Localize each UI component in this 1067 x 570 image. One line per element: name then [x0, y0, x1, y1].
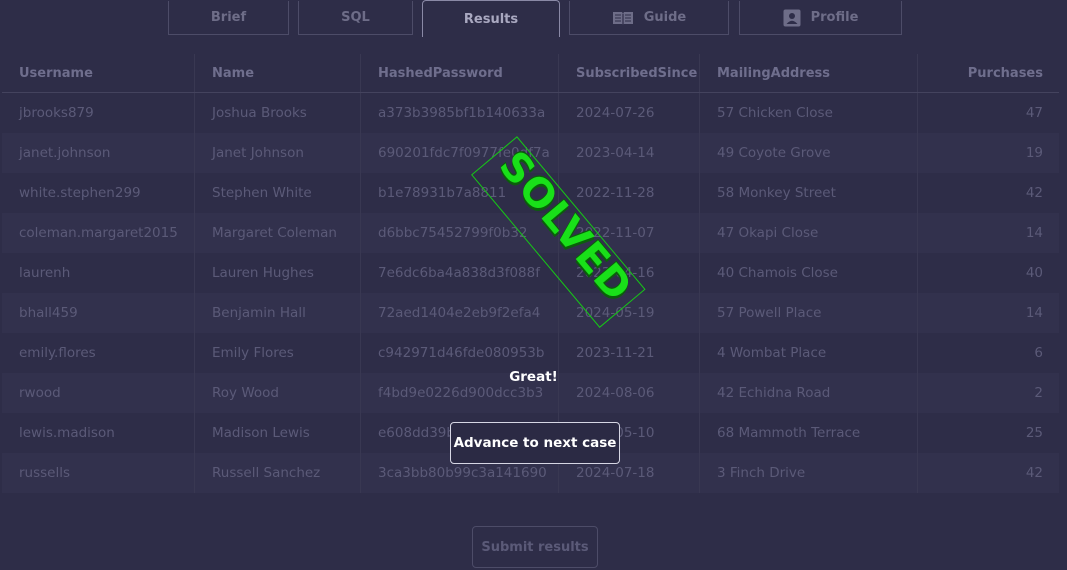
table-cell: russells: [2, 453, 195, 493]
tab-sql[interactable]: SQL: [298, 1, 413, 35]
table-row: emily.flores Emily Flores c942971d46fde080…: [2, 333, 1059, 373]
table-cell: Lauren Hughes: [194, 253, 361, 293]
tab-profile[interactable]: Profile: [739, 1, 902, 35]
table-cell: Benjamin Hall: [194, 293, 361, 333]
column-header-name[interactable]: Name: [194, 54, 361, 93]
table-cell: 6: [917, 333, 1059, 373]
table-cell: 2023-11-21: [558, 333, 700, 373]
table-cell: Emily Flores: [194, 333, 361, 373]
table-cell: 42: [917, 173, 1059, 213]
table-cell: Margaret Coleman: [194, 213, 361, 253]
column-header-hashedpassword[interactable]: HashedPassword: [360, 54, 559, 93]
table-cell: coleman.margaret2015: [2, 213, 195, 253]
table-cell: Joshua Brooks: [194, 92, 361, 133]
advance-next-case-button[interactable]: Advance to next case: [450, 422, 620, 464]
table-cell: Russell Sanchez: [194, 453, 361, 493]
column-header-purchases[interactable]: Purchases: [917, 54, 1059, 93]
table-cell: 49 Coyote Grove: [699, 133, 918, 173]
table-cell: 14: [917, 293, 1059, 333]
tab-label: Profile: [810, 10, 859, 25]
column-header-subscribedsince[interactable]: SubscribedSince: [558, 54, 700, 93]
book-icon: [612, 10, 634, 26]
table-cell: 2024-07-26: [558, 92, 700, 133]
table-cell: emily.flores: [2, 333, 195, 373]
success-message: Great!: [509, 369, 558, 385]
tab-label: Results: [463, 11, 519, 27]
table-cell: white.stephen299: [2, 173, 195, 213]
table-cell: 57 Chicken Close: [699, 92, 918, 133]
table-cell: lewis.madison: [2, 413, 195, 453]
tab-results[interactable]: Results: [422, 0, 560, 37]
tab-brief[interactable]: Brief: [168, 1, 289, 35]
table-cell: 25: [917, 413, 1059, 453]
table-cell: 19: [917, 133, 1059, 173]
tab-label: Brief: [210, 10, 247, 25]
table-cell: janet.johnson: [2, 133, 195, 173]
submit-results-button[interactable]: Submit results: [472, 526, 598, 568]
table-cell: bhall459: [2, 293, 195, 333]
table-cell: c942971d46fde080953b: [360, 333, 559, 373]
tab-guide[interactable]: Guide: [569, 1, 729, 35]
table-cell: 57 Powell Place: [699, 293, 918, 333]
table-cell: Madison Lewis: [194, 413, 361, 453]
table-cell: jbrooks879: [2, 92, 195, 133]
table-header-row: Username Name HashedPassword SubscribedS…: [2, 54, 1059, 93]
tab-label: SQL: [341, 10, 370, 25]
table-cell: 40 Chamois Close: [699, 253, 918, 293]
table-cell: Janet Johnson: [194, 133, 361, 173]
table-cell: 58 Monkey Street: [699, 173, 918, 213]
table-cell: 47 Okapi Close: [699, 213, 918, 253]
table-cell: laurenh: [2, 253, 195, 293]
table-cell: 40: [917, 253, 1059, 293]
column-header-username[interactable]: Username: [2, 54, 195, 93]
table-cell: 3 Finch Drive: [699, 453, 918, 493]
tab-bar: Brief SQL Results Guide Profile: [0, 0, 1067, 38]
table-cell: 42: [917, 453, 1059, 493]
table-cell: 14: [917, 213, 1059, 253]
table-cell: 47: [917, 92, 1059, 133]
table-cell: 68 Mammoth Terrace: [699, 413, 918, 453]
table-cell: 4 Wombat Place: [699, 333, 918, 373]
tab-label: Guide: [643, 10, 687, 25]
column-header-mailingaddress[interactable]: MailingAddress: [699, 54, 918, 93]
table-cell: Stephen White: [194, 173, 361, 213]
profile-card-icon: [783, 9, 801, 27]
